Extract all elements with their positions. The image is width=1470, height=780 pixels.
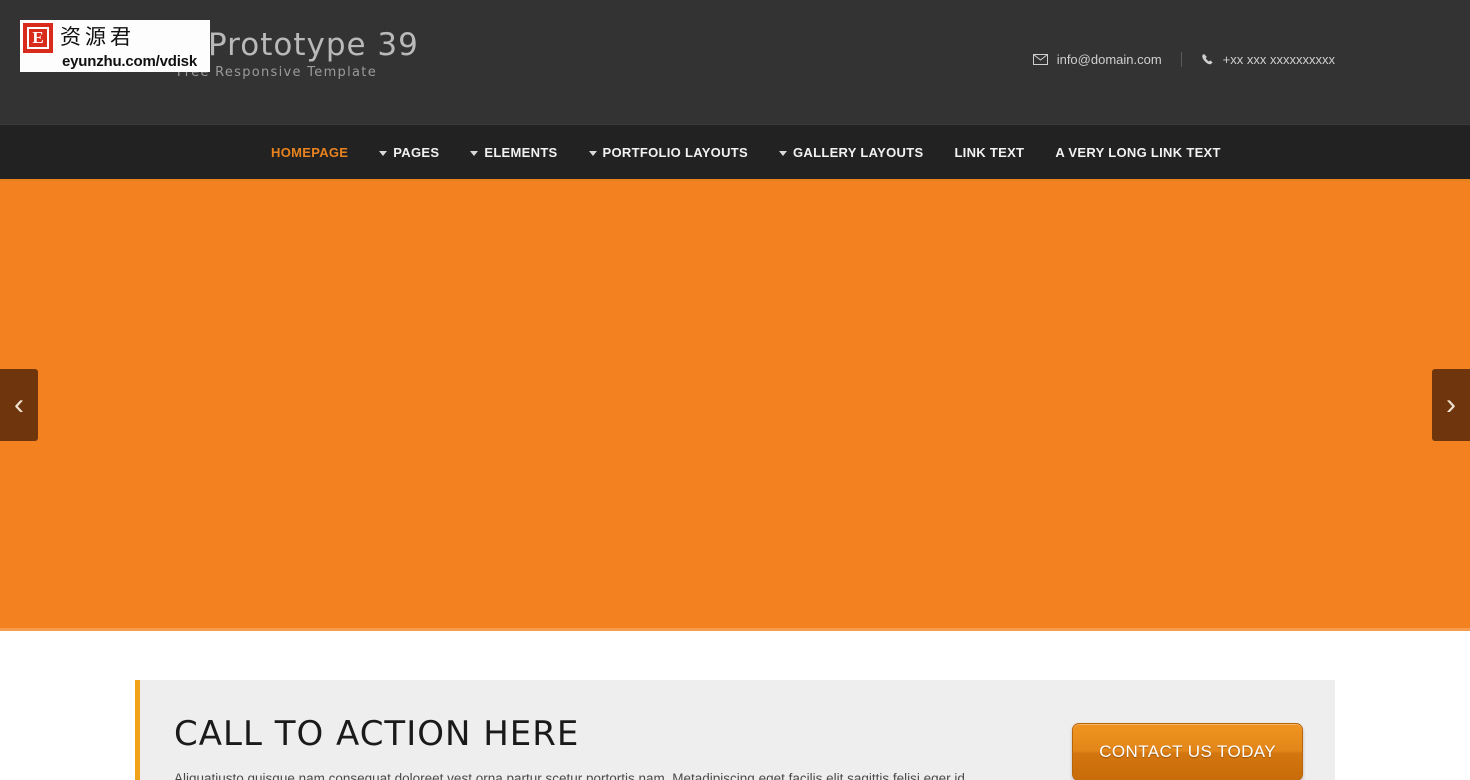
- envelope-icon: [1032, 54, 1048, 65]
- chevron-down-icon: [470, 150, 479, 156]
- nav-item-label: ELEMENTS: [484, 144, 558, 160]
- watermark-logo-icon: E: [23, 22, 53, 53]
- nav-item-gallery-layouts[interactable]: GALLERY LAYOUTS: [779, 145, 923, 160]
- chevron-down-icon: [588, 150, 597, 156]
- cta-body-text: Aliquatjusto quisque nam consequat dolor…: [174, 771, 965, 780]
- nav-item-label: PAGES: [393, 144, 440, 160]
- nav-item-pages[interactable]: PAGES: [379, 145, 439, 160]
- watermark-overlay: E 资源君 eyunzhu.com/vdisk: [20, 20, 210, 72]
- nav-item-label: PORTFOLIO LAYOUTS: [602, 144, 748, 160]
- contact-email-text: info@domain.com: [1056, 52, 1162, 67]
- slider-next-arrow-icon[interactable]: ›: [1432, 369, 1470, 441]
- site-header: 200 Prototype 39 Free Responsive Templat…: [0, 0, 1470, 124]
- contact-phone[interactable]: +xx xxx xxxxxxxxxx: [1201, 52, 1335, 67]
- contact-phone-text: +xx xxx xxxxxxxxxx: [1222, 52, 1335, 67]
- contact-divider: [1180, 52, 1182, 67]
- cta-panel: CALL TO ACTION HERE Aliquatjusto quisque…: [135, 680, 1335, 780]
- nav-item-elements[interactable]: ELEMENTS: [470, 145, 557, 160]
- nav-item-label: LINK TEXT: [954, 144, 1025, 160]
- slider-prev-arrow-icon[interactable]: ‹: [0, 369, 38, 441]
- hero-slider: ‹ ›: [0, 179, 1470, 631]
- nav-item-link-text[interactable]: LINK TEXT: [954, 145, 1024, 160]
- watermark-url: eyunzhu.com/vdisk: [62, 53, 197, 70]
- cta-section: CALL TO ACTION HERE Aliquatjusto quisque…: [0, 631, 1470, 780]
- contact-email[interactable]: info@domain.com: [1032, 52, 1162, 67]
- nav-item-label: GALLERY LAYOUTS: [793, 144, 924, 160]
- watermark-chinese-text: 资源君: [60, 25, 135, 49]
- main-navigation: HOMEPAGE PAGES ELEMENTS PORTFOLIO LAYOUTS GA…: [0, 124, 1470, 179]
- contact-us-button[interactable]: CONTACT US TODAY: [1072, 722, 1303, 780]
- phone-icon: [1201, 53, 1214, 66]
- nav-item-homepage[interactable]: HOMEPAGE: [271, 145, 348, 160]
- header-contact-info: info@domain.com +xx xxx xxxxxxxxxx: [1032, 52, 1335, 67]
- watermark-logo-letter: E: [27, 26, 49, 49]
- cta-title: CALL TO ACTION HERE: [174, 714, 580, 754]
- nav-item-a-very-long-link-text[interactable]: A VERY LONG LINK TEXT: [1055, 145, 1220, 160]
- nav-item-label: A VERY LONG LINK TEXT: [1055, 144, 1221, 160]
- nav-item-label: HOMEPAGE: [271, 144, 349, 160]
- chevron-down-icon: [779, 150, 787, 156]
- nav-item-portfolio-layouts[interactable]: PORTFOLIO LAYOUTS: [588, 144, 748, 160]
- chevron-down-icon: [379, 150, 388, 156]
